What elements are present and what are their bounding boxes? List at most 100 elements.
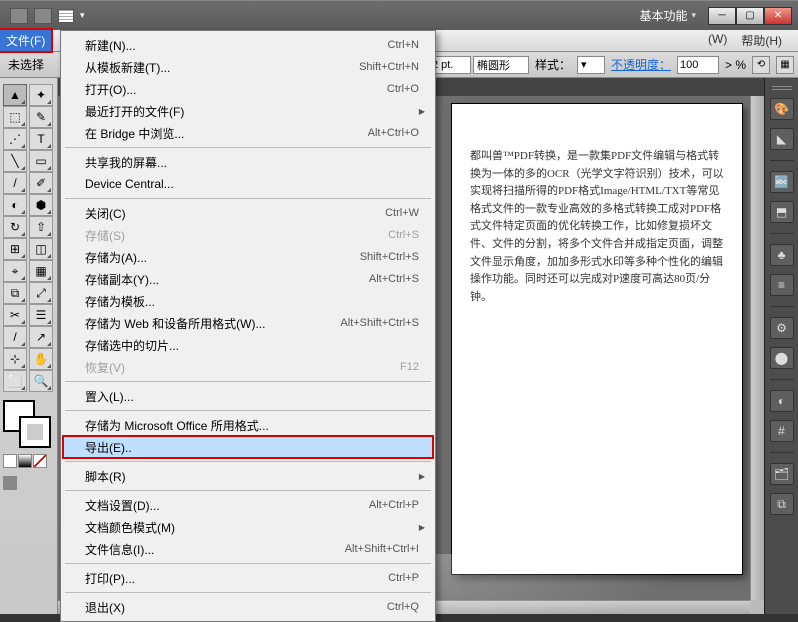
menu-window[interactable]: (W) [708,32,727,49]
tool-button[interactable]: ↻ [3,216,27,238]
tool-button[interactable]: ✋ [29,348,53,370]
tool-button[interactable]: / [3,172,27,194]
tool-button[interactable]: ⋰ [3,128,27,150]
tool-button[interactable]: ▭ [29,150,53,172]
tool-button[interactable]: ↗ [29,326,53,348]
menu-item-label: 导出(E).. [85,439,419,456]
menu-file[interactable]: 文件(F) [0,30,51,51]
tool-button[interactable]: ✂ [3,304,27,326]
menu-item[interactable]: 最近打开的文件(F) [63,100,433,122]
brush-dropdown[interactable]: 椭圆形 [473,56,529,74]
reset-icon[interactable]: ⟲ [752,56,770,74]
artboard-text: 都叫兽™PDF转换，是一款集PDF文件编辑与格式转换为一体的多的OCR（光学文字… [470,148,728,306]
tool-button[interactable]: 🔍 [29,370,53,392]
menu-item[interactable]: 文档颜色模式(M) [63,516,433,538]
tool-button[interactable]: ⧉ [3,282,27,304]
menu-item[interactable]: 共享我的屏幕... [63,151,433,173]
panel-icon[interactable]: ⚙ [770,317,794,339]
panel-separator [770,306,794,307]
panel-icon[interactable]: ⧉ [770,493,794,515]
none-mode[interactable] [33,454,47,468]
menu-shortcut: Alt+Ctrl+S [369,273,419,285]
menu-item[interactable]: 打开(O)...Ctrl+O [63,78,433,100]
gradient-mode[interactable] [18,454,32,468]
tool-button[interactable]: / [3,326,27,348]
menu-item[interactable]: 存储为 Web 和设备所用格式(W)...Alt+Shift+Ctrl+S [63,312,433,334]
menu-item[interactable]: 导出(E).. [63,436,433,458]
menu-item[interactable]: 存储副本(Y)...Alt+Ctrl+S [63,268,433,290]
tool-button[interactable]: ◐ [3,194,27,216]
panel-icon[interactable]: ⬤ [770,347,794,369]
tool-button[interactable]: ✎ [29,106,53,128]
menu-item[interactable]: 存储为模板... [63,290,433,312]
tool-button[interactable]: ▲ [3,84,27,106]
tool-button[interactable]: ⊞ [3,238,27,260]
menu-separator [65,410,431,411]
panel-icon[interactable]: ⬒ [770,201,794,223]
tool-button[interactable]: ✐ [29,172,53,194]
menu-shortcut: Ctrl+W [385,207,419,219]
menu-item-label: 存储为模板... [85,293,419,310]
panel-icon[interactable]: ≡ [770,274,794,296]
menu-item[interactable]: 打印(P)...Ctrl+P [63,567,433,589]
menu-item[interactable]: 文档设置(D)...Alt+Ctrl+P [63,494,433,516]
menu-item[interactable]: 存储为 Microsoft Office 所用格式... [63,414,433,436]
panel-icon[interactable]: 🎨 [770,98,794,120]
solid-mode[interactable] [3,454,17,468]
panel-bar: 🎨 ◣ 🔤 ⬒ ♣ ≡ ⚙ ⬤ ◐ # 🗂 ⧉ [764,78,798,614]
title-bar: ▾ 基本功能 ▾ ─ ▢ ✕ [0,0,798,30]
opacity-input[interactable] [677,56,719,74]
panel-icon[interactable]: ◣ [770,128,794,150]
menu-item[interactable]: Device Central... [63,173,433,195]
menu-item[interactable]: 从模板新建(T)...Shift+Ctrl+N [63,56,433,78]
menu-item[interactable]: 存储为(A)...Shift+Ctrl+S [63,246,433,268]
tool-button[interactable]: ⬜ [3,370,27,392]
panel-icon[interactable]: ♣ [770,244,794,266]
panel-icon[interactable]: # [770,420,794,442]
tool-button[interactable]: ⌖ [3,260,27,282]
menu-separator [65,490,431,491]
tool-button[interactable]: ✦ [29,84,53,106]
screen-mode[interactable] [3,476,17,490]
color-swatches[interactable] [3,400,51,448]
minimize-button[interactable]: ─ [708,7,736,25]
tool-button[interactable]: ⬚ [3,106,27,128]
panel-icon[interactable]: 🔤 [770,171,794,193]
panel-icon[interactable]: ◐ [770,390,794,412]
menu-item[interactable]: 文件信息(I)...Alt+Shift+Ctrl+I [63,538,433,560]
tool-button[interactable]: ⊹ [3,348,27,370]
tool-button[interactable]: T [29,128,53,150]
panel-grip[interactable] [772,84,792,90]
opacity-label[interactable]: 不透明度： [611,56,671,73]
panel-icon[interactable]: 🗂 [770,463,794,485]
menu-item[interactable]: 脚本(R) [63,465,433,487]
arrange-docs-icon[interactable] [58,9,74,23]
menu-item[interactable]: 退出(X)Ctrl+Q [63,596,433,618]
menu-item[interactable]: 关闭(C)Ctrl+W [63,202,433,224]
menu-help[interactable]: 帮助(H) [741,32,782,49]
menu-shortcut: Alt+Ctrl+O [368,127,419,139]
style-dropdown[interactable]: ▾ [577,56,605,74]
menu-item[interactable]: 置入(L)... [63,385,433,407]
vertical-scrollbar[interactable] [750,96,764,600]
tool-button[interactable]: ⤢ [29,282,53,304]
menu-item[interactable]: 新建(N)...Ctrl+N [63,34,433,56]
bridge-icon[interactable] [34,8,52,24]
close-button[interactable]: ✕ [764,7,792,25]
stroke-swatch[interactable] [19,416,51,448]
menu-shortcut: Ctrl+N [388,39,419,51]
panel-icon[interactable]: ▦ [776,56,794,74]
tool-button[interactable]: ⇧ [29,216,53,238]
tool-button[interactable]: ▦ [29,260,53,282]
menu-item[interactable]: 存储选中的切片... [63,334,433,356]
tool-button[interactable]: ⬢ [29,194,53,216]
style-label: 样式： [535,56,571,73]
workspace-switcher[interactable]: 基本功能 ▾ [639,7,696,24]
maximize-button[interactable]: ▢ [736,7,764,25]
tool-button[interactable]: ╲ [3,150,27,172]
tool-button[interactable]: ◫ [29,238,53,260]
stroke-weight-field[interactable]: 椭圆形 [429,56,529,74]
artboard[interactable]: 都叫兽™PDF转换，是一款集PDF文件编辑与格式转换为一体的多的OCR（光学文字… [452,104,742,574]
menu-item[interactable]: 在 Bridge 中浏览...Alt+Ctrl+O [63,122,433,144]
tool-button[interactable]: ☰ [29,304,53,326]
